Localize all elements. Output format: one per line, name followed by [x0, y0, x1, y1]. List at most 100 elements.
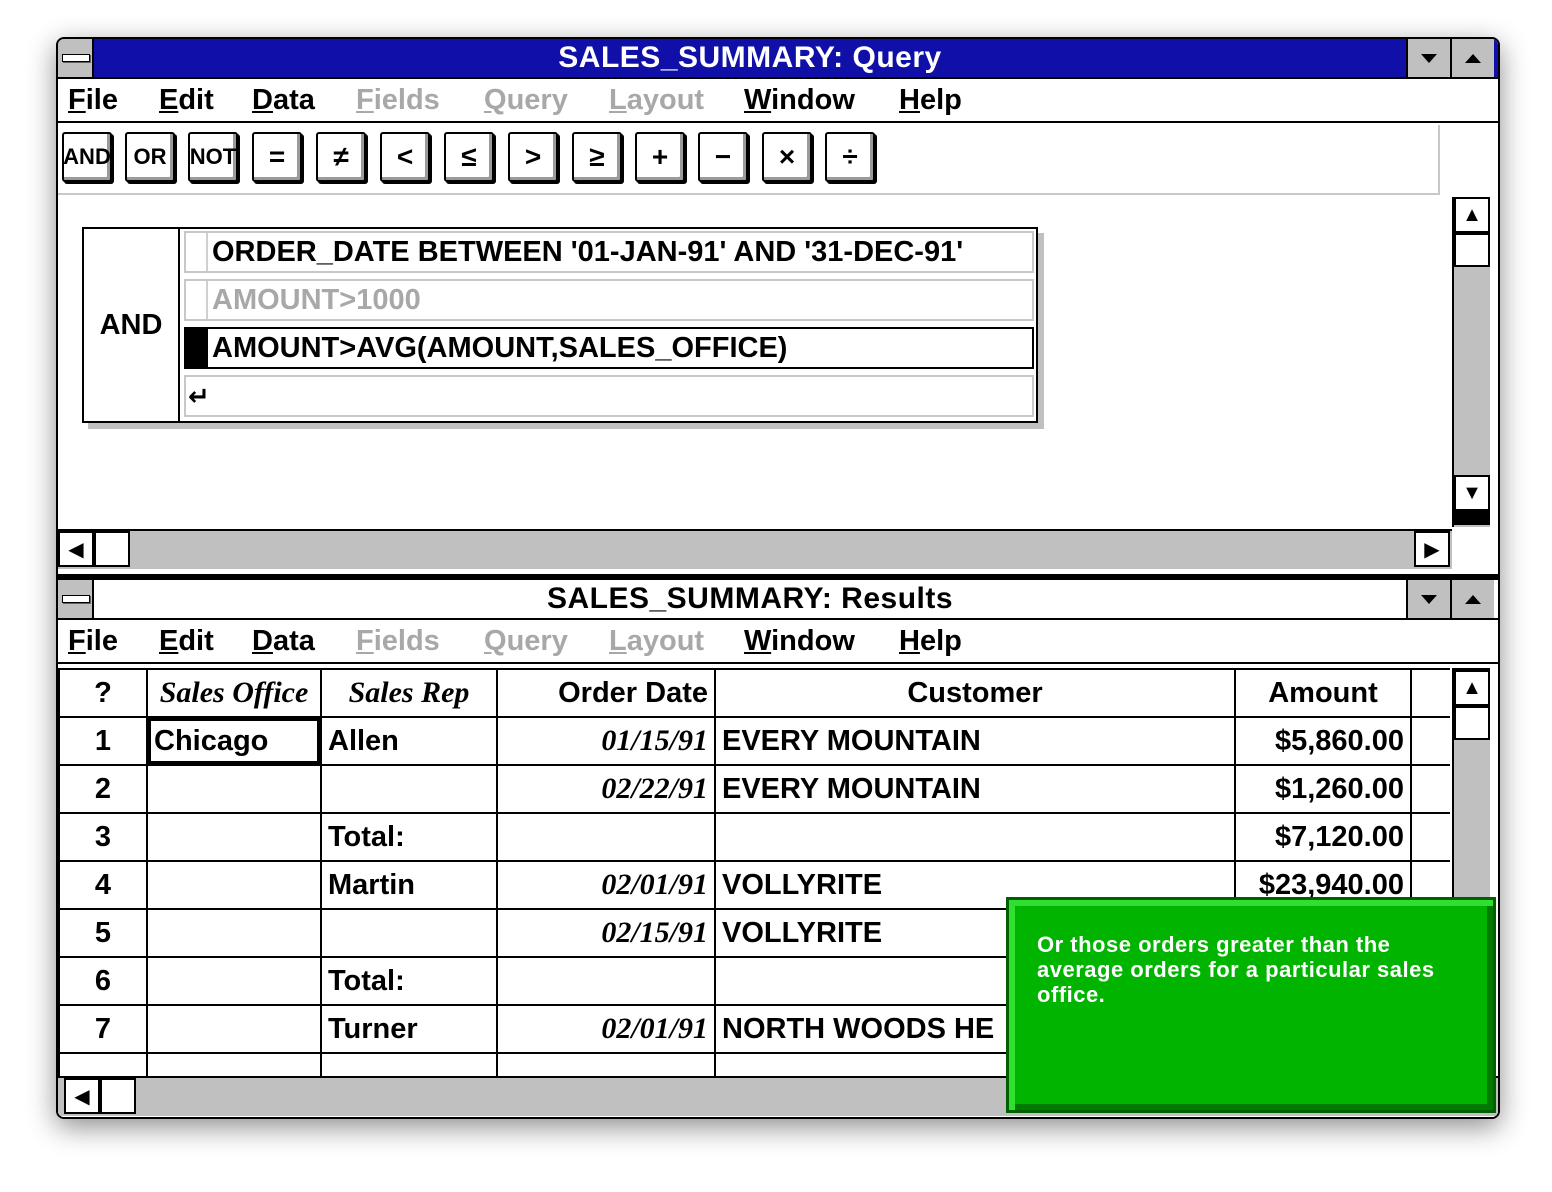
not-equals-button[interactable]: ≠: [316, 132, 366, 182]
cell-order-date[interactable]: 02/15/91: [496, 908, 716, 958]
cell-amount[interactable]: $1,260.00: [1234, 764, 1412, 814]
minimize-button[interactable]: [1406, 39, 1450, 77]
cell-order-date[interactable]: 02/01/91: [496, 860, 716, 910]
menu-edit[interactable]: Edit: [159, 620, 214, 662]
menu-data[interactable]: Data: [252, 620, 315, 662]
menu-file[interactable]: File: [68, 79, 118, 121]
greater-equal-button[interactable]: ≥: [572, 132, 622, 182]
row-number[interactable]: [58, 1052, 148, 1076]
column-header-rownum[interactable]: ?: [58, 668, 148, 718]
cell-sales-office[interactable]: [146, 812, 322, 862]
cell-sales-office[interactable]: Chicago: [146, 716, 322, 766]
criteria-row-3[interactable]: AMOUNT>AVG(AMOUNT,SALES_OFFICE): [184, 327, 1034, 369]
or-button[interactable]: OR: [125, 132, 175, 182]
results-titlebar[interactable]: SALES_SUMMARY: Results: [58, 580, 1498, 620]
cell-sales-office[interactable]: [146, 764, 322, 814]
column-header-amount[interactable]: Amount: [1234, 668, 1412, 718]
cell-customer[interactable]: EVERY MOUNTAIN: [714, 716, 1236, 766]
scroll-thumb[interactable]: [1454, 233, 1490, 267]
cell-order-date[interactable]: 02/01/91: [496, 1004, 716, 1054]
scroll-thumb[interactable]: [94, 531, 130, 567]
divide-button[interactable]: ÷: [825, 132, 875, 182]
row-number[interactable]: 5: [58, 908, 148, 958]
cell-customer[interactable]: [714, 812, 1236, 862]
criteria-row-1[interactable]: ORDER_DATE BETWEEN '01-JAN-91' AND '31-D…: [184, 231, 1034, 273]
cell-sales-office[interactable]: [146, 956, 322, 1006]
less-equal-button[interactable]: ≤: [444, 132, 494, 182]
query-horizontal-scrollbar[interactable]: ◀ ▶: [58, 529, 1452, 569]
scroll-up-button[interactable]: ▲: [1454, 197, 1490, 233]
maximize-button[interactable]: [1450, 580, 1494, 618]
table-row[interactable]: 2 02/22/91 EVERY MOUNTAIN $1,260.00: [58, 764, 1450, 814]
menu-window[interactable]: Window: [744, 79, 855, 121]
cell-sales-office[interactable]: [146, 908, 322, 958]
plus-button[interactable]: +: [635, 132, 685, 182]
scroll-left-button[interactable]: ◀: [64, 1078, 100, 1114]
column-header-sales-rep[interactable]: Sales Rep: [320, 668, 498, 718]
cell-amount[interactable]: $7,120.00: [1234, 812, 1412, 862]
menu-query[interactable]: Query: [484, 620, 568, 662]
cell-sales-rep[interactable]: Allen: [320, 716, 498, 766]
cell-sales-office[interactable]: [146, 1004, 322, 1054]
cell-sales-rep[interactable]: Total:: [320, 956, 498, 1006]
not-button[interactable]: NOT: [188, 132, 238, 182]
row-number[interactable]: 1: [58, 716, 148, 766]
row-number[interactable]: 2: [58, 764, 148, 814]
scroll-left-button[interactable]: ◀: [58, 531, 94, 567]
scroll-down-button[interactable]: ▼: [1454, 475, 1490, 511]
cell-customer[interactable]: EVERY MOUNTAIN: [714, 764, 1236, 814]
less-than-button[interactable]: <: [380, 132, 430, 182]
cell-amount[interactable]: $5,860.00: [1234, 716, 1412, 766]
cell-order-date[interactable]: 01/15/91: [496, 716, 716, 766]
menu-fields[interactable]: Fields: [356, 620, 440, 662]
menu-fields[interactable]: Fields: [356, 79, 440, 121]
menu-edit[interactable]: Edit: [159, 79, 214, 121]
scroll-up-button[interactable]: ▲: [1454, 670, 1490, 706]
cell-sales-rep[interactable]: [320, 1052, 498, 1076]
menu-file[interactable]: File: [68, 620, 118, 662]
maximize-button[interactable]: [1450, 39, 1494, 77]
menu-help[interactable]: Help: [899, 79, 962, 121]
multiply-button[interactable]: ×: [762, 132, 812, 182]
row-number[interactable]: 3: [58, 812, 148, 862]
minus-button[interactable]: −: [698, 132, 748, 182]
cell-sales-rep[interactable]: Total:: [320, 812, 498, 862]
column-header-sales-office[interactable]: Sales Office: [146, 668, 322, 718]
row-number[interactable]: 6: [58, 956, 148, 1006]
minimize-button[interactable]: [1406, 580, 1450, 618]
equals-button[interactable]: =: [252, 132, 302, 182]
menu-layout[interactable]: Layout: [609, 79, 704, 121]
menu-layout[interactable]: Layout: [609, 620, 704, 662]
table-row[interactable]: 1 Chicago Allen 01/15/91 EVERY MOUNTAIN …: [58, 716, 1450, 766]
scroll-right-button[interactable]: ▶: [1414, 531, 1450, 567]
column-header-order-date[interactable]: Order Date: [496, 668, 716, 718]
cell-order-date[interactable]: [496, 1052, 716, 1076]
cell-sales-office[interactable]: [146, 860, 322, 910]
criteria-operator[interactable]: AND: [84, 229, 180, 421]
criteria-row-new[interactable]: ↵: [184, 375, 1034, 417]
cell-sales-rep[interactable]: [320, 908, 498, 958]
query-titlebar[interactable]: SALES_SUMMARY: Query: [58, 39, 1498, 79]
cell-order-date[interactable]: 02/22/91: [496, 764, 716, 814]
criteria-row-2[interactable]: AMOUNT>1000: [184, 279, 1034, 321]
menu-data[interactable]: Data: [252, 79, 315, 121]
and-button[interactable]: AND: [62, 132, 112, 182]
query-vertical-scrollbar[interactable]: ▲ ▼: [1452, 197, 1490, 527]
table-row[interactable]: 3 Total: $7,120.00: [58, 812, 1450, 862]
system-menu-button[interactable]: [58, 580, 94, 618]
cell-sales-rep[interactable]: Turner: [320, 1004, 498, 1054]
cell-order-date[interactable]: [496, 956, 716, 1006]
system-menu-button[interactable]: [58, 39, 94, 77]
greater-than-button[interactable]: >: [508, 132, 558, 182]
row-number[interactable]: 7: [58, 1004, 148, 1054]
scroll-thumb[interactable]: [100, 1078, 136, 1114]
cell-sales-rep[interactable]: Martin: [320, 860, 498, 910]
cell-order-date[interactable]: [496, 812, 716, 862]
scroll-thumb[interactable]: [1454, 706, 1490, 740]
menu-help[interactable]: Help: [899, 620, 962, 662]
menu-window[interactable]: Window: [744, 620, 855, 662]
column-header-customer[interactable]: Customer: [714, 668, 1236, 718]
row-number[interactable]: 4: [58, 860, 148, 910]
cell-sales-office[interactable]: [146, 1052, 322, 1076]
menu-query[interactable]: Query: [484, 79, 568, 121]
